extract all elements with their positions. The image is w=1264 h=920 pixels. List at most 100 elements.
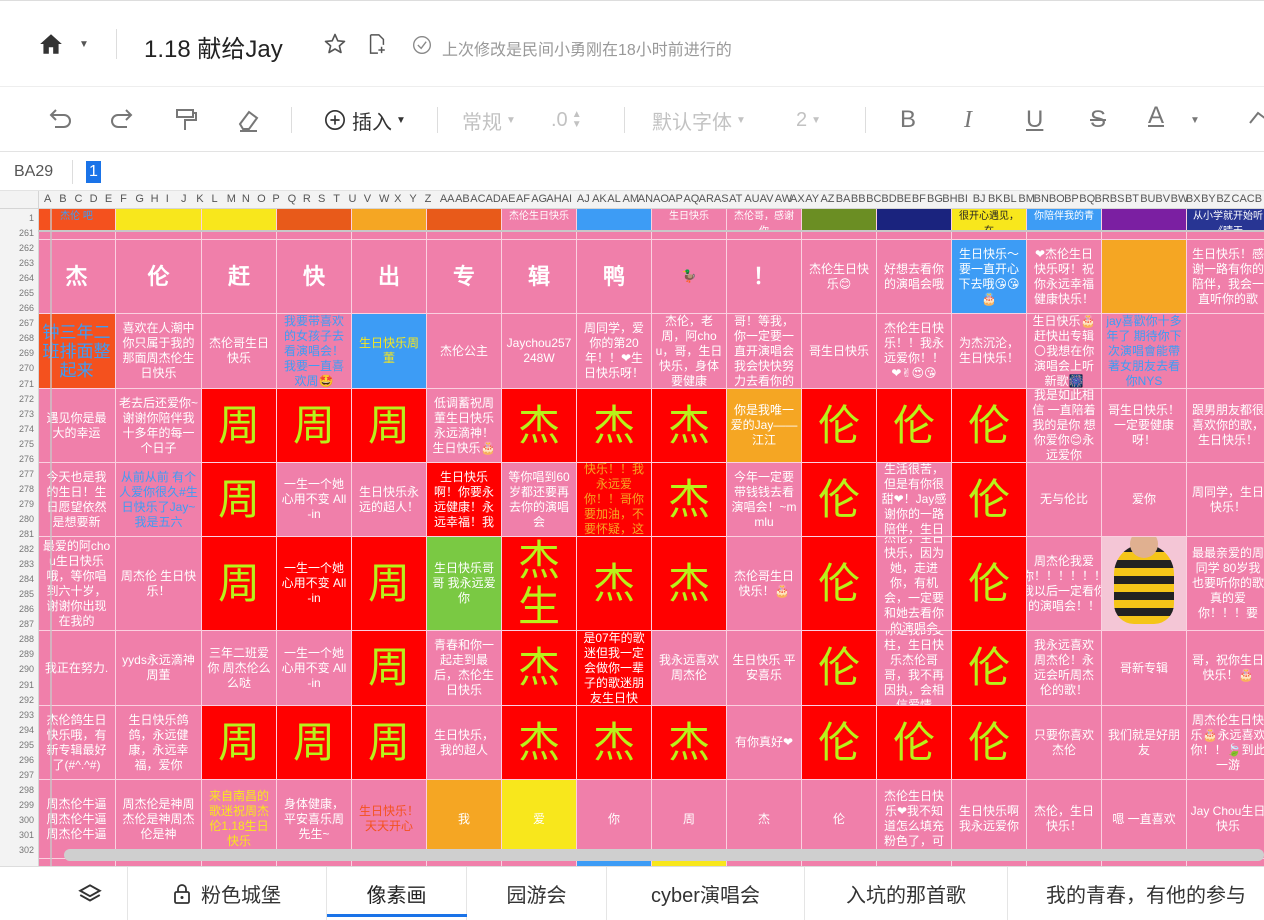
column-header[interactable]: O (257, 193, 266, 205)
grid-cell[interactable] (1102, 231, 1187, 240)
grid-cell[interactable]: 一生一个她心用不变 All-in (277, 631, 352, 706)
grid-cell[interactable]: 杰 (652, 537, 727, 631)
column-header[interactable]: BX (1186, 193, 1201, 205)
grid-cell[interactable]: 周 (202, 463, 277, 537)
grid-cell[interactable]: 周杰伦生日快乐🎂永远喜欢你！！🍃到此一游 (1187, 706, 1264, 780)
grid-cell[interactable]: 伦 (802, 463, 877, 537)
tab-my-youth[interactable]: 我的青春，有他的参与 (1008, 867, 1264, 920)
column-header[interactable]: CB (1247, 193, 1262, 205)
column-header[interactable]: AH (546, 193, 561, 205)
row-header[interactable]: 266 (0, 303, 34, 313)
row-header[interactable]: 297 (0, 770, 34, 780)
grid-cell[interactable]: 好想去看你的演唱会哦 (877, 240, 952, 314)
row-header[interactable]: 289 (0, 649, 34, 659)
document-title[interactable]: 1.18 献给Jay (144, 29, 283, 64)
grid-cell[interactable]: 青春和你一起走到最后，杰伦生日快乐 (427, 631, 502, 706)
column-header[interactable]: BR (1095, 193, 1110, 205)
strikethrough-button[interactable]: S (1090, 105, 1106, 135)
column-header[interactable]: BT (1125, 193, 1139, 205)
row-header[interactable]: 288 (0, 634, 34, 644)
column-header[interactable]: AD (486, 193, 501, 205)
grid-cell[interactable]: 赶 (202, 240, 277, 314)
grid-cell[interactable]: 杰 (577, 537, 652, 631)
column-header[interactable]: AP (668, 193, 683, 205)
redo-icon[interactable] (108, 105, 136, 135)
grid-cell[interactable]: 从前从前 有个人爱你很久#生日快乐了Jay~我是五六 (116, 463, 202, 537)
column-header[interactable]: BZ (1216, 193, 1230, 205)
row-header[interactable]: 273 (0, 409, 34, 419)
grid-cell[interactable]: 杰伦生日快乐！！我永远爱你！！❤✌😍😘 (877, 314, 952, 389)
column-header[interactable]: BN (1034, 193, 1049, 205)
grid-cell[interactable]: 杰 (502, 389, 577, 463)
row-header[interactable]: 278 (0, 484, 34, 494)
grid-cell[interactable]: 杰伦，生日快乐，因为她，走进你，有机会，一定要和她去看你的演唱会 (877, 537, 952, 631)
column-header[interactable]: V (364, 193, 371, 205)
grid-cell[interactable]: yyds永远滴神周董 (116, 631, 202, 706)
column-header[interactable]: BJ (973, 193, 986, 205)
grid-cell[interactable]: 快 (277, 240, 352, 314)
grid-cell[interactable]: 杰伦，老周，阿chou，哥，生日快乐，身体要健康 (652, 314, 727, 389)
grid-cell[interactable]: 伦 (802, 389, 877, 463)
grid-cell[interactable]: 你陪伴我的青 (1027, 209, 1102, 231)
column-header[interactable]: AL (607, 193, 620, 205)
column-header[interactable]: AG (531, 193, 547, 205)
grid-cell[interactable] (116, 231, 202, 240)
column-header[interactable]: AE (501, 193, 516, 205)
grid-cell[interactable]: 我永远喜欢周杰伦 (652, 631, 727, 706)
row-header[interactable]: 298 (0, 785, 34, 795)
grid-cell[interactable]: 生活很苦，但是有你很甜❤！Jay感谢你的一路陪伴，生日 (877, 463, 952, 537)
number-format-select[interactable]: 常规 ▼ (462, 105, 516, 135)
format-painter-icon[interactable] (172, 105, 200, 135)
row-header[interactable]: 1 (0, 213, 34, 223)
grid-cell[interactable]: 生日快乐鸽鸽，永远健康，永远幸福，爱你 (116, 706, 202, 780)
column-header[interactable]: H (151, 193, 159, 205)
column-header[interactable]: N (242, 193, 250, 205)
column-header[interactable]: AF (516, 193, 530, 205)
grid-cell[interactable]: 伦 (802, 706, 877, 780)
grid-cell[interactable]: 生日快乐哥哥 我永远爱你 (427, 537, 502, 631)
grid-cell[interactable]: 周chou生日快乐！！我永远爱你！！哥你要加油，不要怀疑，这个 (577, 463, 652, 537)
grid-cell[interactable]: 杰生 (502, 537, 577, 631)
column-header[interactable]: W (379, 193, 389, 205)
grid-cell[interactable]: 为杰沉沦，生日快乐！ (952, 314, 1027, 389)
column-header[interactable]: S (318, 193, 325, 205)
row-header[interactable]: 301 (0, 830, 34, 840)
column-header[interactable]: AC (470, 193, 485, 205)
row-header[interactable]: 295 (0, 740, 34, 750)
row-header[interactable]: 285 (0, 589, 34, 599)
grid-cell[interactable]: 很开心遇见，在 (952, 209, 1027, 231)
grid-cell[interactable]: 周 (202, 537, 277, 631)
grid-cell[interactable]: 等你唱到60岁都还要再去你的演唱会 (502, 463, 577, 537)
home-icon[interactable] (38, 31, 64, 57)
spreadsheet-grid[interactable]: 杰伦 吧杰伦生日快乐生日快乐杰伦哥，感谢你很开心遇见，在你陪伴我的青从小学就开始… (0, 209, 1264, 866)
grid-cell[interactable]: 周 (202, 389, 277, 463)
column-header[interactable]: D (90, 193, 98, 205)
grid-cell[interactable]: 老去后还爱你~谢谢你陪伴我十多年的每一个日子 (116, 389, 202, 463)
sheet-list-button[interactable] (52, 867, 128, 920)
row-header[interactable]: 268 (0, 333, 34, 343)
grid-cell[interactable] (802, 209, 877, 231)
column-header[interactable]: BO (1049, 193, 1065, 205)
font-family-select[interactable]: 默认字体 ▼ (652, 105, 746, 135)
column-header[interactable]: BD (881, 193, 896, 205)
grid-cell[interactable]: 杰伦生日快乐❤我不知道怎么填充粉色了，可 (877, 780, 952, 859)
decimal-stepper[interactable]: .0 ▲ ▼ (551, 105, 582, 135)
column-header[interactable]: I (166, 193, 169, 205)
insert-button[interactable]: 插入 ▼ (324, 105, 406, 135)
grid-cell[interactable]: 低调蓄祝周董生日快乐永远滴神！生日快乐🎂 (427, 389, 502, 463)
row-header[interactable]: 292 (0, 695, 34, 705)
grid-cell[interactable] (577, 209, 652, 231)
column-header[interactable]: B (59, 193, 66, 205)
row-header[interactable]: 282 (0, 544, 34, 554)
column-header[interactable]: M (227, 193, 236, 205)
fill-color-icon[interactable] (1246, 105, 1264, 135)
column-header[interactable]: Z (425, 193, 432, 205)
column-header[interactable]: J (181, 193, 187, 205)
grid-cell[interactable]: 爱 (502, 780, 577, 859)
row-header[interactable]: 284 (0, 574, 34, 584)
column-header[interactable]: BU (1140, 193, 1155, 205)
grid-cell[interactable]: 生日快乐啊！你要永远健康！永远幸福！我 (427, 463, 502, 537)
row-header[interactable]: 262 (0, 243, 34, 253)
column-header[interactable]: BE (897, 193, 912, 205)
grid-cell[interactable]: 无与伦比 (1027, 463, 1102, 537)
